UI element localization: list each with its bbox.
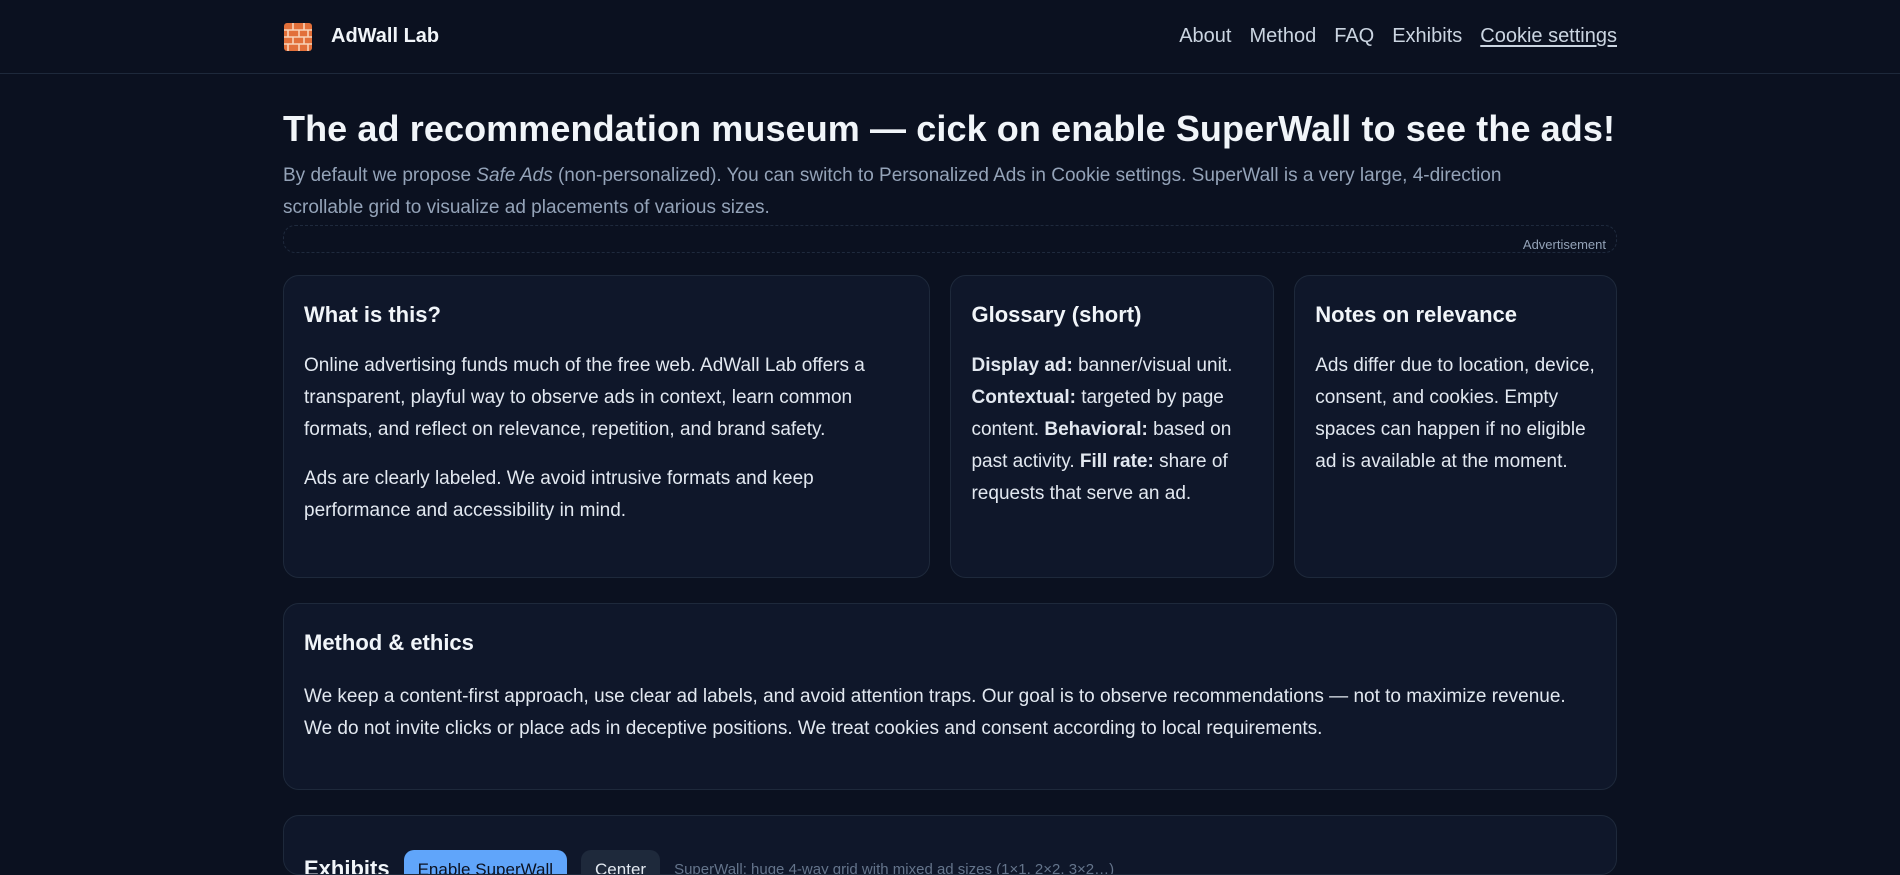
glossary-term: Contextual: [971, 387, 1076, 408]
page-intro: By default we propose Safe Ads (non-pers… [283, 160, 1553, 224]
card-title: Glossary (short) [971, 302, 1142, 327]
main-content: The ad recommendation museum — cick on e… [283, 108, 1618, 875]
nav-about-link[interactable]: About [1179, 25, 1231, 48]
nav-faq-link[interactable]: FAQ [1334, 25, 1374, 48]
glossary-term: Fill rate: [1079, 451, 1154, 472]
ad-label: Advertisement [1522, 237, 1606, 252]
exhibits-hint: SuperWall: huge 4-way grid with mixed ad… [674, 861, 1115, 875]
card-title: What is this? [304, 302, 441, 327]
top-navbar: AdWall Lab About Method FAQ Exhibits Coo… [0, 0, 1900, 74]
card-paragraph: Ads are clearly labeled. We avoid intrus… [304, 468, 814, 521]
info-cards: What is this? Online advertising funds m… [283, 275, 1618, 578]
card-title: Notes on relevance [1315, 302, 1517, 327]
card-paragraph: Ads differ due to location, device, cons… [1315, 355, 1595, 472]
ad-slot: Advertisement [283, 225, 1617, 253]
glossary-definition: banner/visual unit. [1072, 355, 1233, 376]
center-button[interactable]: Center [581, 850, 661, 874]
what-is-this-card: What is this? Online advertising funds m… [283, 275, 931, 578]
nav-method-link[interactable]: Method [1249, 25, 1316, 48]
card-title: Method & ethics [304, 630, 474, 655]
glossary-card: Glossary (short) Display ad: banner/visu… [950, 275, 1275, 578]
relevance-card: Notes on relevance Ads differ due to loc… [1294, 275, 1618, 578]
page-title: The ad recommendation museum — cick on e… [283, 108, 1616, 149]
intro-emphasis: Safe Ads [476, 165, 553, 186]
main-nav: About Method FAQ Exhibits Cookie setting… [1179, 25, 1617, 48]
glossary-text: Display ad: banner/visual unit. Contextu… [971, 350, 1253, 510]
card-paragraph: Online advertising funds much of the fre… [304, 355, 865, 440]
brand-name: AdWall Lab [331, 25, 440, 47]
exhibits-card: Exhibits Enable SuperWall Center SuperWa… [283, 815, 1617, 875]
intro-text-start: By default we propose [283, 165, 477, 186]
nav-cookie-settings-link[interactable]: Cookie settings [1480, 25, 1617, 48]
glossary-term: Behavioral: [1044, 419, 1148, 440]
method-card: Method & ethics We keep a content-first … [283, 603, 1617, 790]
nav-exhibits-link[interactable]: Exhibits [1392, 25, 1462, 48]
brand[interactable]: AdWall Lab [283, 22, 439, 52]
glossary-term: Display ad: [971, 355, 1073, 376]
brick-wall-icon [284, 22, 312, 51]
exhibits-title: Exhibits [304, 856, 390, 875]
enable-superwall-button[interactable]: Enable SuperWall [403, 850, 568, 874]
card-paragraph: We keep a content-first approach, use cl… [304, 686, 1566, 739]
